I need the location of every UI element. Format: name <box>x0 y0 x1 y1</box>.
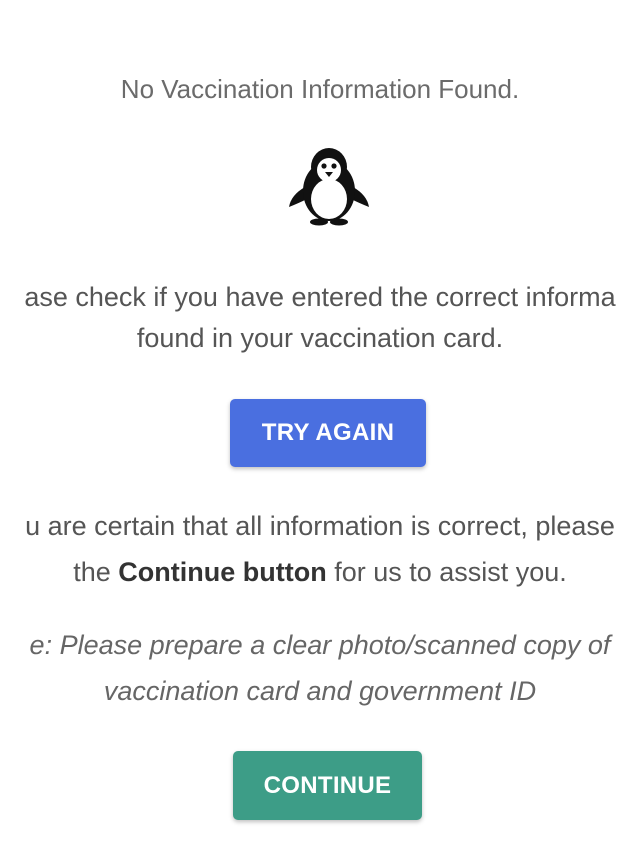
note-line-1: e: Please prepare a clear photo/scanned … <box>29 630 611 660</box>
continue-button-mention: Continue button <box>118 557 327 587</box>
assist-line-2-prefix: the <box>73 557 119 587</box>
note-line-2: vaccination card and government ID <box>103 676 537 706</box>
no-vaccination-info-page: No Vaccination Information Found. ase ch… <box>0 0 640 853</box>
try-again-button[interactable]: TRY AGAIN <box>230 399 426 467</box>
continue-button[interactable]: CONTINUE <box>233 751 422 820</box>
page-title: No Vaccination Information Found. <box>120 74 520 104</box>
penguin-icon <box>289 148 369 226</box>
message-line-1: ase check if you have entered the correc… <box>24 282 616 312</box>
assist-line-1: u are certain that all information is co… <box>25 511 615 541</box>
assist-line-2: the Continue button for us to assist you… <box>0 557 640 588</box>
message-line-2: found in your vaccination card. <box>136 323 504 353</box>
assist-line-2-suffix: for us to assist you. <box>326 557 567 587</box>
